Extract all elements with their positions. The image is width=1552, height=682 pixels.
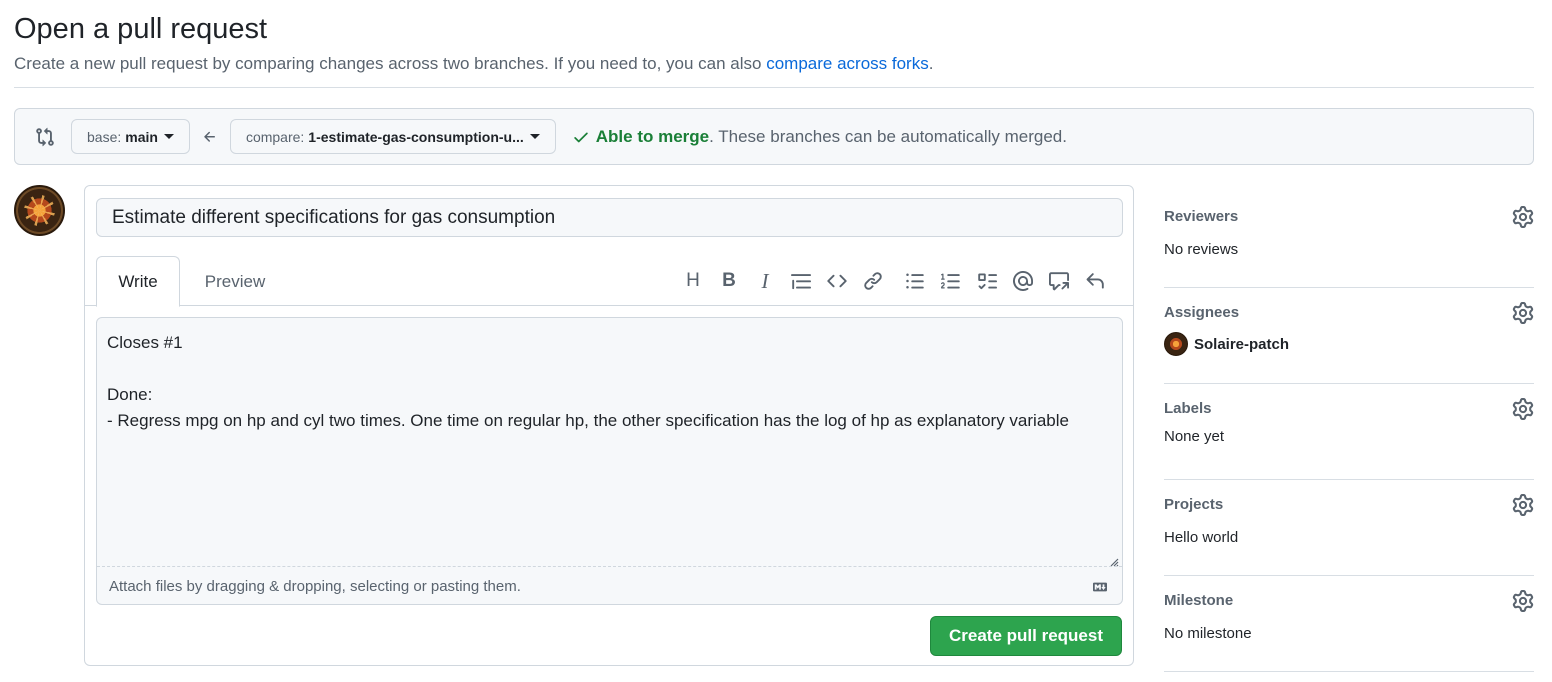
merge-ok-text: Able to merge <box>595 126 710 146</box>
attach-files-bar[interactable]: Attach files by dragging & dropping, sel… <box>97 566 1122 604</box>
create-pull-request-button[interactable]: Create pull request <box>930 616 1122 656</box>
resize-handle-icon[interactable] <box>1109 554 1119 567</box>
reviewers-heading: Reviewers <box>1164 208 1239 225</box>
subtitle-suffix: . <box>928 54 934 73</box>
heading-icon[interactable]: H <box>675 266 711 296</box>
pr-title-input[interactable] <box>96 198 1123 237</box>
unordered-list-icon[interactable] <box>897 266 933 296</box>
avatar <box>1164 332 1188 356</box>
assignee-name: Solaire-patch <box>1194 335 1290 353</box>
quote-icon[interactable] <box>783 266 819 296</box>
projects-value[interactable]: Hello world <box>1164 529 1238 546</box>
page-title: Open a pull request <box>14 13 268 45</box>
gear-icon[interactable] <box>1512 302 1534 324</box>
projects-section: Projects Hello world <box>1164 480 1534 576</box>
tab-preview[interactable]: Preview <box>193 256 277 307</box>
branch-range-bar: base: main compare: 1-estimate-gas-consu… <box>14 108 1534 165</box>
assignees-section: Assignees Solaire-patch <box>1164 288 1534 384</box>
italic-icon[interactable]: I <box>747 266 783 296</box>
milestone-value: No milestone <box>1164 625 1252 642</box>
editor-tabs: Write Preview H B I <box>85 256 1133 307</box>
reference-icon[interactable] <box>1041 266 1077 296</box>
pr-composer: Write Preview H B I <box>84 185 1134 666</box>
compare-label: compare: <box>245 128 305 145</box>
gear-icon[interactable] <box>1512 590 1534 612</box>
compare-branch-name: 1-estimate-gas-consumption-u... <box>308 128 524 145</box>
base-branch-name: main <box>125 128 158 145</box>
milestone-heading: Milestone <box>1164 592 1234 609</box>
page-subtitle: Create a new pull request by comparing c… <box>14 52 1534 76</box>
git-compare-icon <box>35 127 55 147</box>
task-list-icon[interactable] <box>969 266 1005 296</box>
gear-icon[interactable] <box>1512 494 1534 516</box>
caret-down-icon <box>163 134 174 139</box>
compare-forks-link[interactable]: compare across forks <box>766 54 929 73</box>
base-branch-select[interactable]: base: main <box>71 119 190 154</box>
code-icon[interactable] <box>819 266 855 296</box>
labels-value: None yet <box>1164 428 1225 445</box>
assignee-entry[interactable]: Solaire-patch <box>1164 332 1289 356</box>
subtitle-text: Create a new pull request by comparing c… <box>14 54 767 73</box>
avatar <box>14 185 65 236</box>
ordered-list-icon[interactable] <box>933 266 969 296</box>
labels-heading: Labels <box>1164 400 1212 417</box>
undo-icon[interactable] <box>1077 266 1113 296</box>
tab-write[interactable]: Write <box>96 256 180 307</box>
pr-body-textarea[interactable]: Closes #1 Done: - Regress mpg on hp and … <box>97 318 1122 566</box>
milestone-section: Milestone No milestone <box>1164 576 1534 672</box>
pr-body-editor: Closes #1 Done: - Regress mpg on hp and … <box>96 317 1123 605</box>
page-header: Open a pull request Create a new pull re… <box>14 10 1534 76</box>
gear-icon[interactable] <box>1512 398 1534 420</box>
merge-message: . These branches can be automatically me… <box>709 126 1067 146</box>
arrow-left-icon <box>202 129 218 145</box>
markdown-toolbar: H B I <box>675 266 1113 296</box>
attach-hint: Attach files by dragging & dropping, sel… <box>109 578 521 595</box>
check-icon <box>572 128 590 146</box>
merge-status: Able to merge. These branches can be aut… <box>572 127 1067 147</box>
bold-icon[interactable]: B <box>711 266 747 296</box>
projects-heading: Projects <box>1164 496 1224 513</box>
reviewers-value: No reviews <box>1164 241 1239 258</box>
labels-section: Labels None yet <box>1164 384 1534 480</box>
mention-icon[interactable] <box>1005 266 1041 296</box>
markdown-icon <box>1090 580 1110 594</box>
pr-sidebar: Reviewers No reviews Assignees Solaire-p… <box>1164 192 1534 672</box>
compare-branch-select[interactable]: compare: 1-estimate-gas-consumption-u... <box>229 119 556 154</box>
link-icon[interactable] <box>855 266 891 296</box>
header-divider <box>14 87 1534 88</box>
assignees-heading: Assignees <box>1164 304 1240 321</box>
caret-down-icon <box>529 134 540 139</box>
gear-icon[interactable] <box>1512 206 1534 228</box>
base-label: base: <box>87 128 122 145</box>
reviewers-section: Reviewers No reviews <box>1164 192 1534 288</box>
